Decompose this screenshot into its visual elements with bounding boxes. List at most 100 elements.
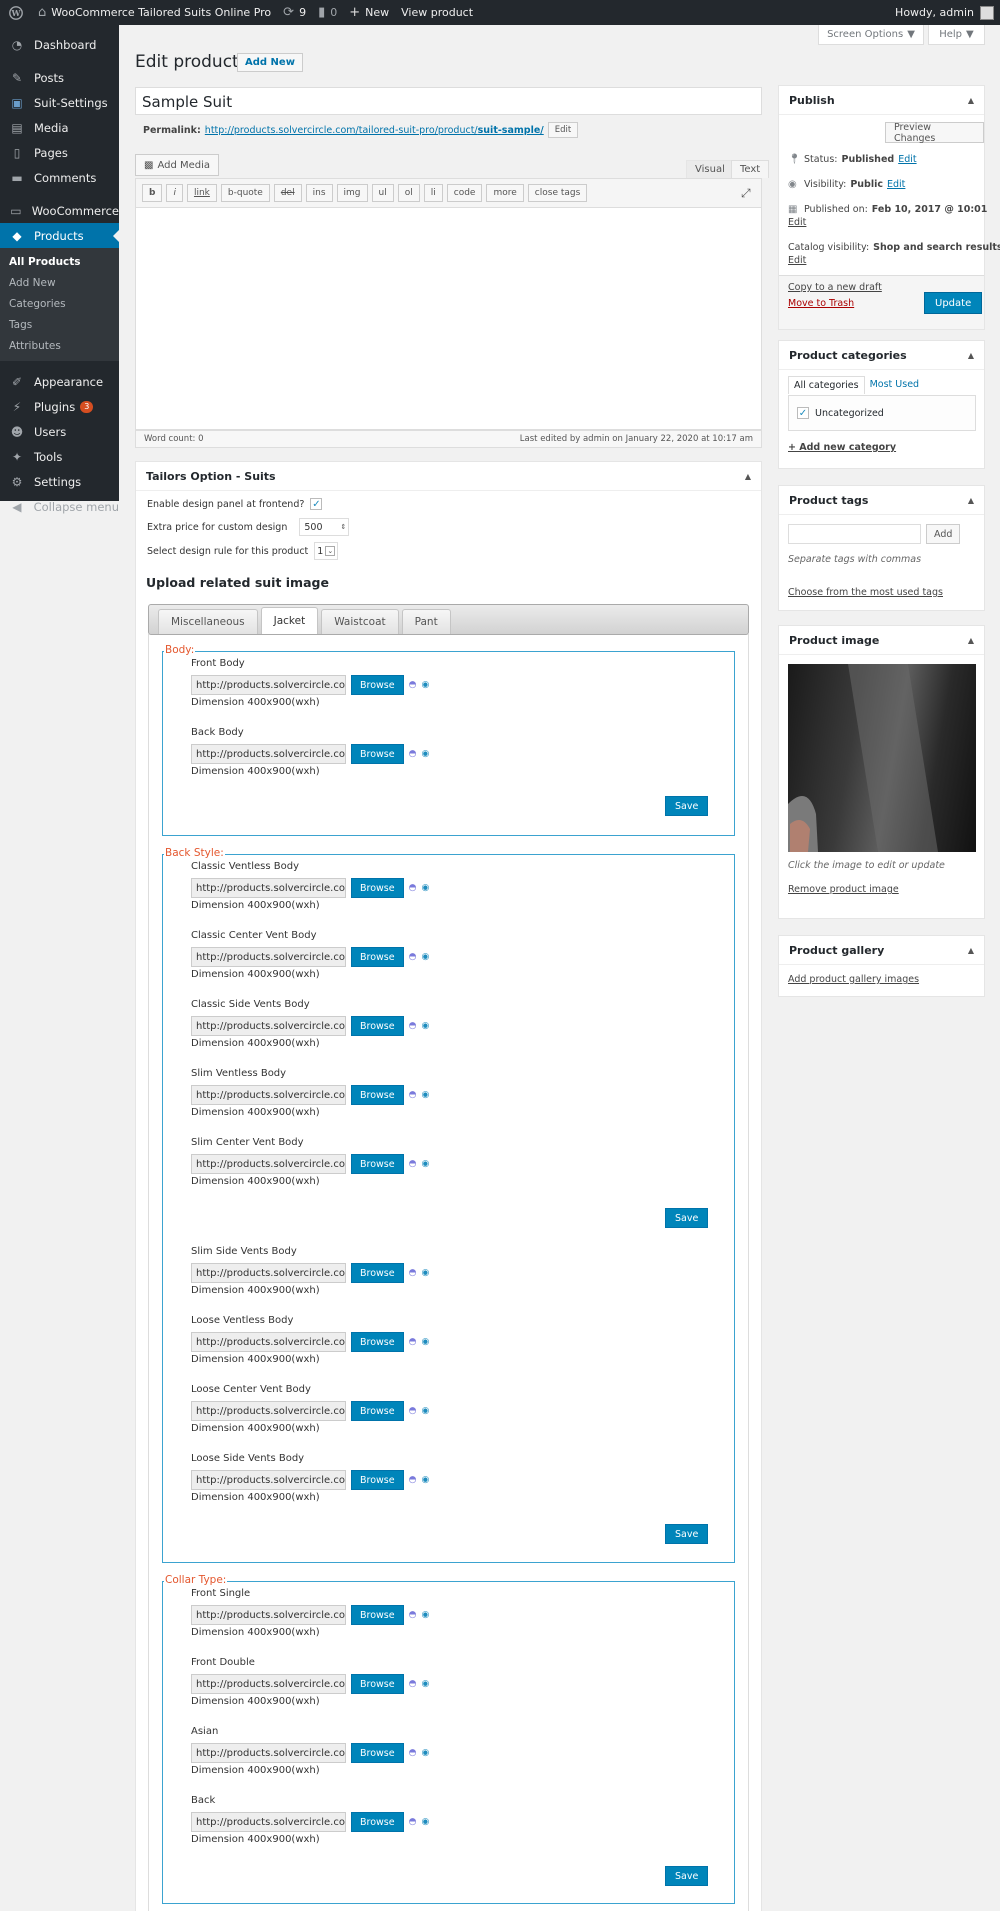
eye-icon[interactable]: ◉ — [421, 1406, 429, 1416]
preview-image-icon[interactable]: ◓ — [409, 883, 417, 893]
image-url-input[interactable]: http://products.solvercircle.com/ — [191, 1605, 346, 1625]
image-url-input[interactable]: http://products.solvercircle.com/ — [191, 1085, 346, 1105]
save-button[interactable]: Save — [665, 1866, 709, 1886]
comments-link[interactable]: ▮ 0 — [312, 0, 343, 25]
tab-pant[interactable]: Pant — [401, 609, 451, 634]
image-url-input[interactable]: http://products.solvercircle.com/ — [191, 1154, 346, 1174]
image-url-input[interactable]: http://products.solvercircle.com/ — [191, 1332, 346, 1352]
product-image-thumbnail[interactable] — [788, 664, 976, 852]
sidebar-item-dashboard[interactable]: ◔ Dashboard — [0, 32, 119, 57]
preview-image-icon[interactable]: ◓ — [409, 749, 417, 759]
eye-icon[interactable]: ◉ — [421, 1268, 429, 1278]
move-to-trash-link[interactable]: Move to Trash — [788, 298, 854, 309]
preview-image-icon[interactable]: ◓ — [409, 1021, 417, 1031]
sidebar-item-settings[interactable]: ⚙ Settings — [0, 469, 119, 494]
image-url-input[interactable]: http://products.solvercircle.com/ — [191, 1401, 346, 1421]
eye-icon[interactable]: ◉ — [421, 1159, 429, 1169]
publish-header[interactable]: Publish ▲ — [779, 86, 984, 115]
eye-icon[interactable]: ◉ — [421, 883, 429, 893]
image-url-input[interactable]: http://products.solvercircle.com/ — [191, 1674, 346, 1694]
image-url-input[interactable]: http://products.solvercircle.com/ — [191, 1016, 346, 1036]
browse-button[interactable]: Browse — [351, 1154, 404, 1174]
eye-icon[interactable]: ◉ — [421, 1817, 429, 1827]
collapse-arrow-icon[interactable]: ▲ — [968, 96, 974, 105]
qt-img-button[interactable]: img — [336, 184, 368, 202]
submenu-all-products[interactable]: All Products — [0, 252, 119, 273]
qt-li-button[interactable]: li — [423, 184, 443, 202]
preview-image-icon[interactable]: ◓ — [409, 1817, 417, 1827]
browse-button[interactable]: Browse — [351, 1263, 404, 1283]
update-button[interactable]: Update — [924, 292, 983, 314]
eye-icon[interactable]: ◉ — [421, 749, 429, 759]
sidebar-item-tools[interactable]: ✦ Tools — [0, 444, 119, 469]
content-textarea[interactable] — [135, 208, 762, 430]
submenu-add-new[interactable]: Add New — [0, 273, 119, 294]
tailors-option-header[interactable]: Tailors Option - Suits ▲ — [136, 462, 761, 491]
qt-ins-button[interactable]: ins — [305, 184, 333, 202]
permalink-edit-button[interactable]: Edit — [547, 122, 579, 138]
tab-visual[interactable]: Visual — [686, 160, 734, 178]
collapse-arrow-icon[interactable]: ▲ — [968, 351, 974, 360]
collapse-arrow-icon[interactable]: ▲ — [968, 496, 974, 505]
qt-bold-button[interactable]: b — [142, 184, 163, 202]
browse-button[interactable]: Browse — [351, 1016, 404, 1036]
sidebar-item-appearance[interactable]: ✐ Appearance — [0, 369, 119, 394]
preview-changes-button[interactable]: Preview Changes — [885, 122, 984, 144]
tab-jacket[interactable]: Jacket — [260, 607, 319, 634]
qt-code-button[interactable]: code — [446, 184, 483, 202]
wordpress-logo-icon[interactable]: W — [0, 0, 32, 25]
add-new-category-link[interactable]: + Add new category — [788, 442, 896, 453]
updates-link[interactable]: ⟳ 9 — [277, 0, 312, 25]
copy-to-draft-link[interactable]: Copy to a new draft — [788, 282, 882, 293]
preview-image-icon[interactable]: ◓ — [409, 1159, 417, 1169]
product-title-input[interactable]: Sample Suit — [135, 87, 762, 115]
submenu-tags[interactable]: Tags — [0, 315, 119, 336]
image-url-input[interactable]: http://products.solvercircle.com/ — [191, 675, 346, 695]
visibility-edit-link[interactable]: Edit — [887, 179, 905, 190]
eye-icon[interactable]: ◉ — [421, 1337, 429, 1347]
permalink-link[interactable]: http://products.solvercircle.com/tailore… — [205, 125, 544, 136]
sidebar-item-media[interactable]: ▤ Media — [0, 115, 119, 140]
status-edit-link[interactable]: Edit — [898, 154, 916, 165]
qt-blockquote-button[interactable]: b-quote — [220, 184, 270, 202]
browse-button[interactable]: Browse — [351, 744, 404, 764]
uncategorized-checkbox[interactable]: ✓ — [797, 407, 809, 419]
save-button[interactable]: Save — [665, 796, 709, 816]
browse-button[interactable]: Browse — [351, 1085, 404, 1105]
browse-button[interactable]: Browse — [351, 878, 404, 898]
preview-image-icon[interactable]: ◓ — [409, 952, 417, 962]
browse-button[interactable]: Browse — [351, 675, 404, 695]
image-url-input[interactable]: http://products.solvercircle.com/ — [191, 1812, 346, 1832]
tab-all-categories[interactable]: All categories — [788, 376, 865, 394]
sidebar-item-products[interactable]: ◆ Products — [0, 223, 119, 248]
qt-ol-button[interactable]: ol — [397, 184, 420, 202]
eye-icon[interactable]: ◉ — [421, 952, 429, 962]
browse-button[interactable]: Browse — [351, 1674, 404, 1694]
eye-icon[interactable]: ◉ — [421, 1090, 429, 1100]
eye-icon[interactable]: ◉ — [421, 1475, 429, 1485]
image-url-input[interactable]: http://products.solvercircle.com/ — [191, 1263, 346, 1283]
new-tag-input[interactable] — [788, 524, 921, 544]
preview-image-icon[interactable]: ◓ — [409, 1268, 417, 1278]
preview-image-icon[interactable]: ◓ — [409, 1475, 417, 1485]
enable-design-checkbox[interactable]: ✓ — [310, 498, 323, 510]
qt-del-button[interactable]: del — [273, 184, 302, 202]
preview-image-icon[interactable]: ◓ — [409, 1337, 417, 1347]
sidebar-item-suit-settings[interactable]: ▣ Suit-Settings — [0, 90, 119, 115]
image-url-input[interactable]: http://products.solvercircle.com/ — [191, 878, 346, 898]
view-product-link[interactable]: View product — [395, 0, 479, 25]
sidebar-item-collapse[interactable]: ◀ Collapse menu — [0, 494, 119, 519]
preview-image-icon[interactable]: ◓ — [409, 1679, 417, 1689]
categories-header[interactable]: Product categories ▲ — [779, 341, 984, 370]
new-content-link[interactable]: + New — [343, 0, 395, 25]
image-url-input[interactable]: http://products.solvercircle.com/ — [191, 1743, 346, 1763]
qt-italic-button[interactable]: i — [166, 184, 183, 202]
published-on-edit-link[interactable]: Edit — [788, 217, 806, 228]
eye-icon[interactable]: ◉ — [421, 680, 429, 690]
qt-link-button[interactable]: link — [186, 184, 217, 202]
image-url-input[interactable]: http://products.solvercircle.com/ — [191, 947, 346, 967]
save-button[interactable]: Save — [665, 1208, 709, 1228]
preview-image-icon[interactable]: ◓ — [409, 1610, 417, 1620]
eye-icon[interactable]: ◉ — [421, 1021, 429, 1031]
collapse-arrow-icon[interactable]: ▲ — [968, 636, 974, 645]
